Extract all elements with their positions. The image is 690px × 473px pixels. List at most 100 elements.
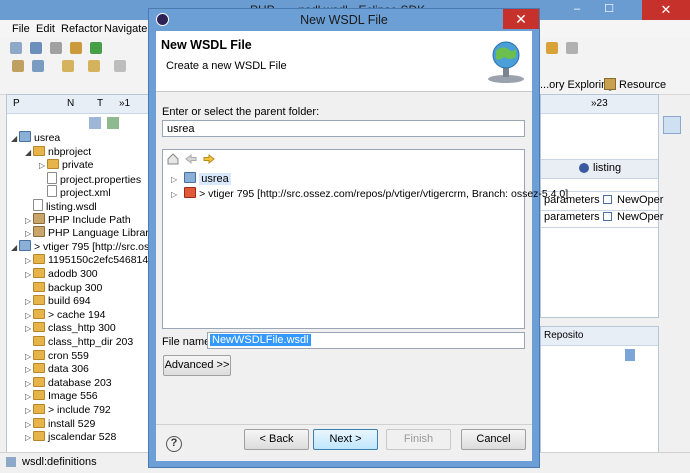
menu-edit[interactable]: Edit [36, 23, 55, 35]
tree-item-label: usrea [199, 173, 231, 185]
twisty-icon[interactable]: ◢ [11, 241, 19, 255]
tree-row[interactable]: ▷ private [39, 158, 94, 172]
svn-repositories-view: Reposito [540, 326, 659, 454]
dialog-close-button[interactable]: ✕ [503, 9, 539, 29]
tree-row[interactable]: ▷ PHP Language Library [25, 226, 151, 240]
pin-icon[interactable] [546, 42, 558, 54]
status-text: wsdl:definitions [22, 456, 97, 468]
project-icon [19, 239, 31, 251]
menu-refactor[interactable]: Refactor [61, 23, 103, 35]
twisty-icon[interactable]: ◢ [11, 132, 19, 146]
folder-icon [33, 145, 45, 156]
tree-row-label: class_http 300 [48, 322, 116, 335]
forward-nav-icon[interactable] [114, 60, 126, 72]
tab-svn-repositories[interactable]: Reposito [544, 330, 583, 341]
tree-row[interactable]: ◢ usrea [11, 131, 60, 145]
tree-row-label: jscalendar 528 [48, 431, 117, 444]
back-button[interactable]: < Back [244, 429, 309, 450]
home-icon[interactable] [167, 153, 179, 165]
tree-row[interactable]: backup 300 [25, 281, 102, 295]
perspective-resource[interactable]: Resource [619, 79, 666, 91]
tree-row[interactable]: ▷ > cache 194 [25, 308, 106, 322]
help-icon[interactable]: ? [166, 436, 182, 452]
back-nav-icon[interactable] [88, 60, 100, 72]
file-name-input[interactable]: NewWSDLFile.wsdl [207, 332, 525, 349]
menu-navigate[interactable]: Navigate [104, 23, 147, 35]
twisty-icon[interactable]: ▷ [25, 431, 33, 445]
folder-icon [33, 376, 45, 387]
tree-row-label: > cache 194 [48, 308, 106, 321]
run-icon[interactable] [90, 42, 102, 54]
tree-row[interactable]: ▷ PHP Include Path [25, 212, 131, 227]
advanced-button[interactable]: Advanced >> [163, 355, 231, 376]
finish-button[interactable]: Finish [386, 429, 451, 450]
next-button[interactable]: Next > [313, 429, 378, 450]
tree-row[interactable]: ▷ > include 792 [25, 403, 111, 417]
expand-icon[interactable]: ▷ [171, 190, 177, 199]
tab-type-hierarchy[interactable]: T [97, 98, 103, 109]
tree-item-vtiger[interactable]: ▷ > vtiger 795 [http://src.ossez.com/rep… [171, 187, 568, 201]
tree-row-label: > include 792 [48, 404, 111, 416]
tree-row-label: build 694 [48, 295, 91, 308]
right-trim-stack [659, 94, 689, 324]
debug-icon[interactable] [70, 42, 82, 54]
tree-row[interactable]: ▷ data 306 [25, 362, 89, 376]
perspective-svn-exploring[interactable]: ...ory Exploring [540, 79, 613, 91]
eclipse-close-icon[interactable]: ✕ [642, 0, 690, 20]
parent-folder-input[interactable]: usrea [162, 120, 525, 137]
folder-icon [33, 363, 45, 374]
row-op: NewOper [617, 211, 664, 223]
tree-row[interactable]: ▷ build 694 [25, 294, 91, 308]
file-icon [47, 185, 57, 198]
resource-perspective-icon [604, 78, 616, 90]
outline-tab-bar: »23 [541, 95, 658, 114]
outline-trim-icon[interactable] [663, 116, 681, 134]
svn-project-icon [184, 187, 197, 198]
button-separator [156, 424, 532, 425]
menu-file[interactable]: File [12, 23, 30, 35]
folder-icon [33, 308, 45, 319]
tree-row[interactable]: ◢ > vtiger 795 [http://src.osse [11, 239, 151, 255]
tree-row[interactable]: ▷ Image 556 [25, 389, 98, 403]
new-icon[interactable] [10, 42, 22, 54]
tree-row[interactable]: project.xml [39, 185, 111, 199]
open-type-icon[interactable] [12, 60, 24, 72]
tree-row[interactable]: class_http_dir 203 [25, 335, 133, 349]
add-repository-icon[interactable] [625, 349, 635, 361]
maximize-icon[interactable]: ☐ [595, 0, 623, 20]
twisty-icon[interactable]: ◢ [25, 146, 33, 160]
tree-row-label: PHP Language Library [48, 227, 151, 240]
tree-row[interactable]: ▷ jscalendar 528 [25, 430, 116, 444]
tree-row[interactable]: ▷ class_http 300 [25, 321, 116, 335]
tab-more-views-right[interactable]: »23 [591, 98, 608, 109]
back-arrow-icon[interactable] [185, 153, 197, 165]
table-row[interactable]: parameters NewOper [541, 209, 663, 228]
tree-row[interactable]: listing.wsdl [25, 199, 97, 213]
tree-row[interactable]: ▷ install 529 [25, 417, 95, 431]
collapse-all-icon[interactable] [89, 117, 101, 129]
link-editor-icon[interactable] [107, 117, 119, 129]
tree-row[interactable]: ◢ nbproject [25, 145, 91, 159]
tree-item-usrea[interactable]: ▷ usrea [171, 172, 231, 186]
search-icon[interactable] [32, 60, 44, 72]
tree-row[interactable]: ▷ adodb 300 [25, 267, 98, 281]
expand-icon[interactable]: ▷ [171, 175, 177, 184]
tree-row-label: data 306 [48, 363, 89, 376]
save-icon[interactable] [30, 42, 42, 54]
folder-icon [33, 349, 45, 360]
toolbar-dropdown-icon[interactable] [566, 42, 578, 54]
tab-more-views[interactable]: »1 [119, 98, 130, 109]
minimize-icon[interactable]: ‒ [563, 0, 591, 20]
tab-php-explorer[interactable]: P [13, 98, 20, 109]
tree-row[interactable]: ▷1195150c2efc5468141.2 [25, 253, 151, 267]
print-icon[interactable] [50, 42, 62, 54]
prev-annotation-icon[interactable] [62, 60, 74, 72]
cancel-button[interactable]: Cancel [461, 429, 526, 450]
tree-row[interactable]: project.properties [39, 171, 142, 186]
forward-arrow-icon[interactable] [203, 153, 215, 165]
tab-navigator[interactable]: N [67, 98, 74, 109]
tree-row[interactable]: ▷ database 203 [25, 376, 112, 390]
tree-row[interactable]: ▷ cron 559 [25, 349, 89, 363]
tree-row-label: project.properties [60, 173, 142, 186]
tree-row-label: listing.wsdl [46, 201, 97, 213]
